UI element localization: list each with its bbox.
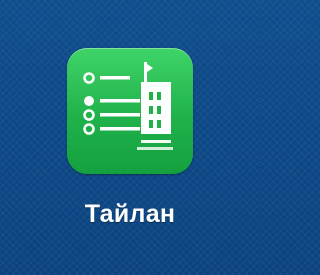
app-label[interactable]: Тайлан [0,200,260,229]
app-shortcut-tailan[interactable]: Тайлан [0,0,260,275]
report-list-building-icon[interactable] [67,48,193,174]
